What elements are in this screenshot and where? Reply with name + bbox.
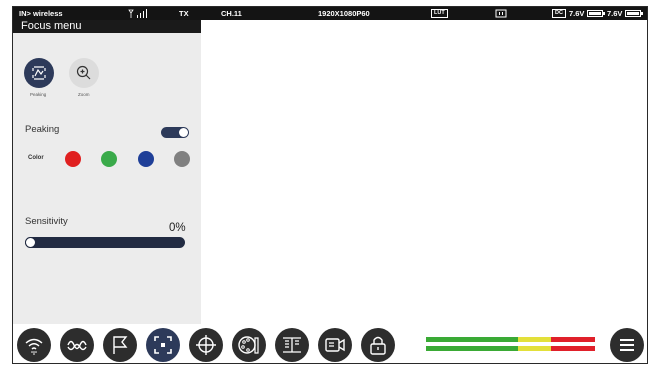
tx-indicator: TX (179, 9, 189, 18)
crosshair-button[interactable] (189, 328, 223, 362)
peaking-mode-label: Peaking (30, 92, 47, 97)
record-button[interactable] (318, 328, 352, 362)
dc-power-badge: DC (552, 9, 566, 18)
peaking-icon (32, 66, 46, 80)
sensitivity-slider[interactable] (25, 237, 185, 248)
panel-title: Focus menu (13, 20, 201, 33)
focus-icon (154, 336, 172, 354)
video-format-label: 1920X1080P60 (318, 9, 370, 18)
color-swatch-red[interactable] (65, 151, 81, 167)
waveform-icon (67, 340, 87, 351)
focus-button[interactable] (146, 328, 180, 362)
wifi-icon (25, 338, 43, 355)
wifi-button[interactable] (17, 328, 51, 362)
battery1-voltage: 7.6V (569, 9, 585, 18)
color-palette-icon (238, 336, 259, 354)
battery1-icon (587, 10, 605, 17)
split-screen-icon (283, 337, 301, 353)
color-label: Color (28, 155, 44, 161)
peaking-label: Peaking (25, 124, 60, 135)
menu-button[interactable] (610, 328, 644, 362)
peaking-toggle[interactable] (161, 127, 189, 138)
zoom-mode-label: Zoom (78, 92, 90, 97)
channel-label: CH.11 (221, 9, 242, 18)
color-swatch-gray[interactable] (174, 151, 190, 167)
input-source[interactable]: IN> wireless (19, 9, 63, 18)
signal-strength-icon (128, 9, 147, 18)
sensitivity-label: Sensitivity (25, 216, 68, 227)
waveform-button[interactable] (60, 328, 94, 362)
zoom-icon (76, 65, 91, 80)
crosshair-icon (196, 335, 216, 355)
peaking-mode-button[interactable] (24, 58, 54, 88)
color-palette-button[interactable] (232, 328, 266, 362)
lock-icon (370, 336, 386, 355)
bottom-toolbar (13, 324, 647, 363)
menu-icon (620, 339, 634, 351)
lut-badge: LUT (431, 9, 448, 18)
monitor-screen: IN> wireless TX CH.11 1920X1080P60 LUT D… (12, 6, 648, 364)
split-screen-button[interactable] (275, 328, 309, 362)
color-swatch-green[interactable] (101, 151, 117, 167)
sensitivity-slider-knob[interactable] (25, 237, 36, 248)
flag-button[interactable] (103, 328, 137, 362)
record-icon (325, 338, 345, 352)
flag-icon (113, 336, 128, 354)
focus-menu-panel: Focus menu Peaking Zoom Peaking Color Se… (13, 20, 201, 324)
status-bar: IN> wireless TX CH.11 1920X1080P60 LUT D… (13, 7, 647, 20)
battery2-icon (625, 10, 643, 17)
zoom-mode-button[interactable] (69, 58, 99, 88)
battery2-voltage: 7.6V (607, 9, 623, 18)
color-swatch-blue[interactable] (138, 151, 154, 167)
lock-button[interactable] (361, 328, 395, 362)
focus-assist-icon (495, 9, 507, 18)
sensitivity-value: 0% (169, 222, 186, 234)
